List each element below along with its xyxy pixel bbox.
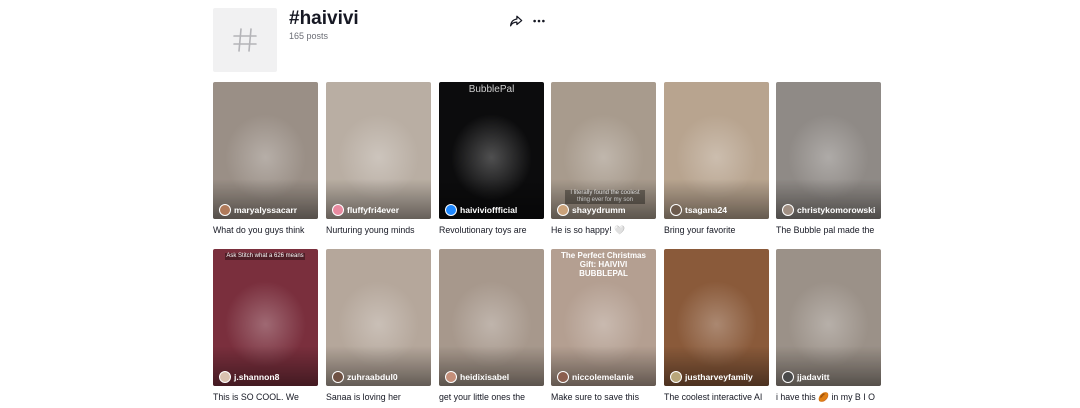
video-thumbnail[interactable]: justharveyfamily bbox=[664, 249, 769, 386]
video-overlay-text: Ask Stitch what a 626 means bbox=[225, 253, 305, 260]
video-thumbnail[interactable]: The Perfect Christmas Gift: HAIVIVI BUBB… bbox=[551, 249, 656, 386]
video-caption[interactable]: The Bubble pal made the bbox=[776, 225, 881, 235]
avatar[interactable] bbox=[445, 371, 457, 383]
video-author[interactable]: christykomorowski bbox=[782, 204, 875, 216]
avatar[interactable] bbox=[332, 204, 344, 216]
avatar[interactable] bbox=[782, 371, 794, 383]
video-username[interactable]: jjadavitt bbox=[797, 372, 829, 382]
video-caption[interactable]: The coolest interactive AI bbox=[664, 392, 769, 402]
avatar[interactable] bbox=[332, 371, 344, 383]
video-thumbnail[interactable]: zuhraabdul0 bbox=[326, 249, 431, 386]
video-caption[interactable]: Sanaa is loving her bbox=[326, 392, 431, 402]
video-overlay-text: The Perfect Christmas Gift: HAIVIVI BUBB… bbox=[561, 251, 646, 278]
video-caption[interactable]: i have this 🏉 in my B I O bbox=[776, 392, 881, 403]
video-author[interactable]: heidixisabel bbox=[445, 371, 509, 383]
avatar[interactable] bbox=[557, 371, 569, 383]
hashtag-icon bbox=[213, 8, 277, 72]
hashtag-header: #haivivi 165 posts bbox=[213, 8, 813, 72]
video-caption[interactable]: Bring your favorite bbox=[664, 225, 769, 235]
video-card[interactable]: maryalyssacarr What do you guys think bbox=[213, 82, 318, 235]
avatar[interactable] bbox=[219, 204, 231, 216]
video-thumbnail[interactable]: heidixisabel bbox=[439, 249, 544, 386]
video-username[interactable]: shayydrumm bbox=[572, 205, 626, 215]
video-caption[interactable]: This is SO COOL. We bbox=[213, 392, 318, 402]
video-caption[interactable]: get your little ones the bbox=[439, 392, 544, 402]
video-username[interactable]: zuhraabdul0 bbox=[347, 372, 398, 382]
video-card[interactable]: zuhraabdul0 Sanaa is loving her bbox=[326, 249, 431, 402]
video-card[interactable]: tsagana24 Bring your favorite bbox=[664, 82, 769, 235]
video-caption[interactable]: Make sure to save this bbox=[551, 392, 656, 402]
video-thumbnail[interactable]: I literally found the coolest thing ever… bbox=[551, 82, 656, 219]
video-username[interactable]: christykomorowski bbox=[797, 205, 875, 215]
video-username[interactable]: heidixisabel bbox=[460, 372, 509, 382]
video-card[interactable]: The Perfect Christmas Gift: HAIVIVI BUBB… bbox=[551, 249, 656, 402]
video-author[interactable]: niccolemelanie bbox=[557, 371, 634, 383]
video-thumbnail[interactable]: christykomorowski bbox=[776, 82, 881, 219]
video-card[interactable]: justharveyfamily The coolest interactive … bbox=[664, 249, 769, 402]
video-author[interactable]: haivivioffficial bbox=[445, 204, 517, 216]
video-thumbnail[interactable]: Ask Stitch what a 626 means j.shannon8 bbox=[213, 249, 318, 386]
video-thumbnail[interactable]: jjadavitt bbox=[776, 249, 881, 386]
video-card[interactable]: Ask Stitch what a 626 means j.shannon8 Thi… bbox=[213, 249, 318, 402]
avatar[interactable] bbox=[670, 371, 682, 383]
video-author[interactable]: justharveyfamily bbox=[670, 371, 753, 383]
video-username[interactable]: fluffyfri4ever bbox=[347, 205, 399, 215]
video-thumbnail[interactable]: BubblePal haivivioffficial bbox=[439, 82, 544, 219]
video-caption[interactable]: He is so happy! 🤍 bbox=[551, 225, 656, 236]
share-button[interactable] bbox=[507, 12, 525, 30]
video-card[interactable]: heidixisabel get your little ones the bbox=[439, 249, 544, 402]
video-username[interactable]: j.shannon8 bbox=[234, 372, 279, 382]
video-author[interactable]: jjadavitt bbox=[782, 371, 829, 383]
video-caption[interactable]: Revolutionary toys are bbox=[439, 225, 544, 235]
video-card[interactable]: christykomorowski The Bubble pal made the bbox=[776, 82, 881, 235]
video-author[interactable]: fluffyfri4ever bbox=[332, 204, 399, 216]
avatar[interactable] bbox=[557, 204, 569, 216]
video-card[interactable]: fluffyfri4ever Nurturing young minds bbox=[326, 82, 431, 235]
video-thumbnail[interactable]: maryalyssacarr bbox=[213, 82, 318, 219]
avatar[interactable] bbox=[445, 204, 457, 216]
video-username[interactable]: haivivioffficial bbox=[460, 205, 517, 215]
video-username[interactable]: justharveyfamily bbox=[685, 372, 753, 382]
more-options-button[interactable] bbox=[530, 12, 548, 30]
video-card[interactable]: I literally found the coolest thing ever… bbox=[551, 82, 656, 236]
video-username[interactable]: tsagana24 bbox=[685, 205, 727, 215]
video-author[interactable]: zuhraabdul0 bbox=[332, 371, 398, 383]
video-thumbnail[interactable]: fluffyfri4ever bbox=[326, 82, 431, 219]
video-overlay-text: BubblePal bbox=[468, 84, 515, 95]
video-card[interactable]: BubblePal haivivioffficial Revolutionary t… bbox=[439, 82, 544, 235]
avatar[interactable] bbox=[782, 204, 794, 216]
video-author[interactable]: tsagana24 bbox=[670, 204, 727, 216]
avatar[interactable] bbox=[219, 371, 231, 383]
video-caption[interactable]: Nurturing young minds bbox=[326, 225, 431, 235]
share-icon bbox=[509, 15, 523, 27]
video-username[interactable]: niccolemelanie bbox=[572, 372, 634, 382]
post-count: 165 posts bbox=[289, 31, 329, 41]
page-title: #haivivi bbox=[289, 8, 359, 29]
video-username[interactable]: maryalyssacarr bbox=[234, 205, 297, 215]
video-card[interactable]: jjadavitt i have this 🏉 in my B I O bbox=[776, 249, 881, 403]
video-thumbnail[interactable]: tsagana24 bbox=[664, 82, 769, 219]
video-author[interactable]: j.shannon8 bbox=[219, 371, 279, 383]
more-icon bbox=[533, 19, 545, 23]
video-author[interactable]: maryalyssacarr bbox=[219, 204, 297, 216]
video-author[interactable]: shayydrumm bbox=[557, 204, 626, 216]
avatar[interactable] bbox=[670, 204, 682, 216]
video-caption[interactable]: What do you guys think bbox=[213, 225, 318, 235]
